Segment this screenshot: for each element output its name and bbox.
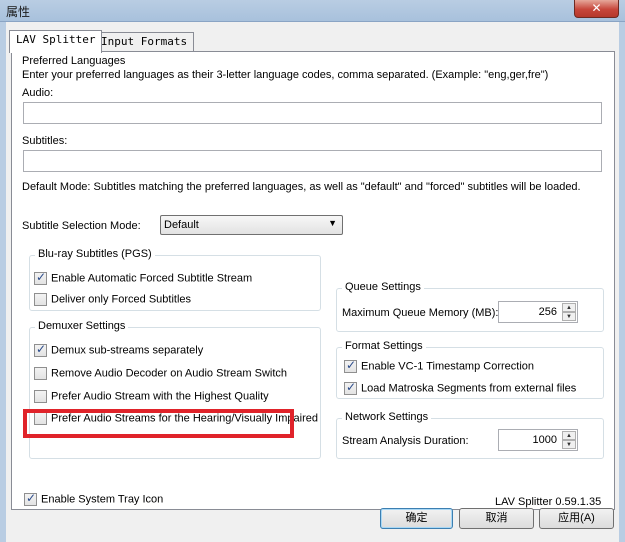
format-group-title: Format Settings <box>342 340 426 352</box>
checkbox-checked-icon <box>344 380 357 395</box>
subtitle-mode-label: Subtitle Selection Mode: <box>22 220 141 232</box>
subtitle-languages-input[interactable] <box>23 150 602 172</box>
demuxer-group: Demuxer Settings Demux sub-streams separ… <box>29 320 321 459</box>
deliver-forced-only-label: Deliver only Forced Subtitles <box>51 293 192 306</box>
checkbox-checked-icon <box>34 342 47 357</box>
vc1-timestamp-checkbox[interactable]: Enable VC-1 Timestamp Correction <box>344 358 535 376</box>
matroska-segments-label: Load Matroska Segments from external fil… <box>361 382 577 395</box>
audio-label: Audio: <box>22 87 54 99</box>
bluray-group: Blu-ray Subtitles (PGS) Enable Automatic… <box>29 248 321 311</box>
queue-memory-label: Maximum Queue Memory (MB): <box>342 307 499 319</box>
enable-forced-subtitle-checkbox[interactable]: Enable Automatic Forced Subtitle Stream <box>34 270 253 288</box>
subtitle-mode-select[interactable]: Default ▼ <box>160 215 343 235</box>
system-tray-label: Enable System Tray Icon <box>41 493 164 506</box>
spin-buttons: ▲ ▼ <box>562 303 576 321</box>
stream-analysis-stepper[interactable]: 1000 ▲ ▼ <box>498 429 578 451</box>
subtitle-mode-value: Default <box>164 219 199 231</box>
audio-languages-input[interactable] <box>23 102 602 124</box>
vc1-timestamp-label: Enable VC-1 Timestamp Correction <box>361 360 535 373</box>
deliver-forced-only-checkbox[interactable]: Deliver only Forced Subtitles <box>34 293 191 309</box>
spin-down-icon[interactable]: ▼ <box>562 312 576 321</box>
spin-up-icon[interactable]: ▲ <box>562 431 576 440</box>
checkbox-unchecked-icon <box>34 367 47 380</box>
dialog-client: LAV Splitter Input Formats Preferred Lan… <box>6 22 619 542</box>
tab-page: Preferred Languages Enter your preferred… <box>11 51 615 510</box>
spin-buttons: ▲ ▼ <box>562 431 576 449</box>
queue-group: Queue Settings Maximum Queue Memory (MB)… <box>336 281 604 332</box>
matroska-segments-checkbox[interactable]: Load Matroska Segments from external fil… <box>344 380 577 398</box>
version-label: LAV Splitter 0.59.1.35 <box>495 496 602 508</box>
tab-lav-splitter[interactable]: LAV Splitter <box>9 30 103 53</box>
window-title: 属性 <box>6 5 31 19</box>
window-frame-right <box>619 22 625 542</box>
format-group: Format Settings Enable VC-1 Timestamp Co… <box>336 340 604 399</box>
ok-button[interactable]: 确定 <box>380 508 453 529</box>
stream-analysis-value: 1000 <box>532 434 557 446</box>
demuxer-group-title: Demuxer Settings <box>35 320 129 332</box>
close-button[interactable]: ✕ <box>574 0 619 18</box>
demux-substreams-label: Demux sub-streams separately <box>51 344 204 357</box>
network-group-title: Network Settings <box>342 411 432 423</box>
enable-forced-subtitle-label: Enable Automatic Forced Subtitle Stream <box>51 272 253 285</box>
queue-memory-value: 256 <box>538 306 557 318</box>
prefer-highest-quality-checkbox[interactable]: Prefer Audio Stream with the Highest Qua… <box>34 390 269 406</box>
demux-substreams-checkbox[interactable]: Demux sub-streams separately <box>34 342 204 360</box>
checkbox-unchecked-icon <box>34 293 47 306</box>
close-icon: ✕ <box>591 1 602 15</box>
checkbox-checked-icon <box>34 270 47 285</box>
languages-description: Enter your preferred languages as their … <box>22 69 549 81</box>
bluray-group-title: Blu-ray Subtitles (PGS) <box>35 248 155 260</box>
subtitles-label: Subtitles: <box>22 135 68 147</box>
highlight-box <box>23 409 294 438</box>
stream-analysis-label: Stream Analysis Duration: <box>342 435 469 447</box>
spin-up-icon[interactable]: ▲ <box>562 303 576 312</box>
tab-input-formats[interactable]: Input Formats <box>94 32 195 52</box>
checkbox-checked-icon <box>344 358 357 373</box>
prefer-highest-quality-label: Prefer Audio Stream with the Highest Qua… <box>51 390 269 403</box>
title-bar: 属性 <box>0 0 625 22</box>
checkbox-unchecked-icon <box>34 390 47 403</box>
apply-button[interactable]: 应用(A) <box>539 508 614 529</box>
chevron-down-icon: ▼ <box>328 218 337 228</box>
spin-down-icon[interactable]: ▼ <box>562 440 576 449</box>
remove-audio-decoder-checkbox[interactable]: Remove Audio Decoder on Audio Stream Swi… <box>34 367 287 383</box>
languages-header: Preferred Languages <box>22 55 126 67</box>
cancel-button[interactable]: 取消 <box>459 508 534 529</box>
remove-audio-decoder-label: Remove Audio Decoder on Audio Stream Swi… <box>51 367 288 380</box>
default-mode-note: Default Mode: Subtitles matching the pre… <box>22 181 581 193</box>
network-group: Network Settings Stream Analysis Duratio… <box>336 411 604 459</box>
system-tray-checkbox[interactable]: Enable System Tray Icon <box>24 491 164 509</box>
queue-group-title: Queue Settings <box>342 281 424 293</box>
checkbox-checked-icon <box>24 491 37 506</box>
queue-memory-stepper[interactable]: 256 ▲ ▼ <box>498 301 578 323</box>
